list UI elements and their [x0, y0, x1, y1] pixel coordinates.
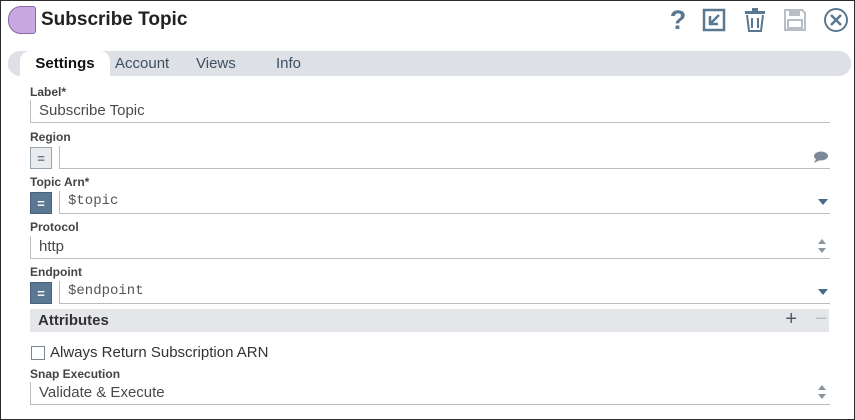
spinner-icon[interactable]	[818, 385, 828, 401]
delete-button[interactable]	[742, 7, 768, 33]
snap-execution-field-label: Snap Execution	[30, 367, 121, 381]
region-field-label: Region	[30, 130, 71, 144]
always-return-arn-label[interactable]: Always Return Subscription ARN	[50, 344, 268, 361]
tab-info[interactable]: Info	[276, 51, 301, 76]
label-input-value: Subscribe Topic	[39, 102, 145, 119]
protocol-select[interactable]: http	[30, 236, 830, 259]
help-button[interactable]: ?	[665, 5, 691, 35]
add-attribute-button[interactable]: +	[785, 308, 797, 331]
endpoint-input-value: $endpoint	[68, 283, 144, 299]
snap-execution-select[interactable]: Validate & Execute	[30, 382, 830, 405]
remove-attribute-button[interactable]: −	[815, 308, 827, 331]
close-button[interactable]	[823, 7, 849, 33]
tab-settings[interactable]: Settings	[20, 51, 110, 76]
topic-arn-field-label: Topic Arn*	[30, 175, 90, 189]
tab-account[interactable]: Account	[115, 51, 169, 76]
trash-icon	[745, 8, 765, 32]
dialog-header: Subscribe Topic ?	[1, 1, 854, 41]
topic-arn-input[interactable]: $topic	[59, 191, 830, 214]
save-button[interactable]	[782, 7, 808, 33]
comment-icon[interactable]	[813, 151, 829, 163]
region-expression-toggle[interactable]: =	[30, 147, 52, 169]
always-return-arn-checkbox[interactable]	[31, 346, 45, 360]
attributes-section-header: Attributes + −	[30, 308, 829, 332]
dialog-title: Subscribe Topic	[41, 9, 188, 30]
export-button[interactable]	[701, 7, 727, 33]
topic-arn-expression-toggle[interactable]: =	[30, 192, 52, 214]
attributes-title: Attributes	[38, 312, 109, 329]
help-icon: ?	[669, 5, 687, 35]
region-input[interactable]	[59, 146, 830, 169]
snap-type-icon	[8, 6, 36, 34]
snap-execution-select-value: Validate & Execute	[39, 384, 165, 401]
snap-settings-dialog: Subscribe Topic ? Settings Account Views…	[0, 0, 855, 420]
endpoint-expression-toggle[interactable]: =	[30, 282, 52, 304]
spinner-icon[interactable]	[818, 239, 828, 255]
protocol-field-label: Protocol	[30, 220, 79, 234]
endpoint-field-label: Endpoint	[30, 265, 82, 279]
close-icon	[824, 8, 848, 32]
save-icon	[784, 9, 806, 31]
label-input[interactable]: Subscribe Topic	[30, 100, 830, 123]
endpoint-input[interactable]: $endpoint	[59, 281, 830, 304]
export-icon	[702, 8, 726, 32]
dropdown-caret-icon[interactable]	[818, 199, 828, 205]
dropdown-caret-icon[interactable]	[818, 289, 828, 295]
topic-arn-input-value: $topic	[68, 193, 119, 209]
label-field-label: Label*	[30, 85, 67, 99]
tab-views[interactable]: Views	[196, 51, 236, 76]
protocol-select-value: http	[39, 238, 65, 255]
tab-bar: Settings Account Views Info	[8, 51, 851, 76]
